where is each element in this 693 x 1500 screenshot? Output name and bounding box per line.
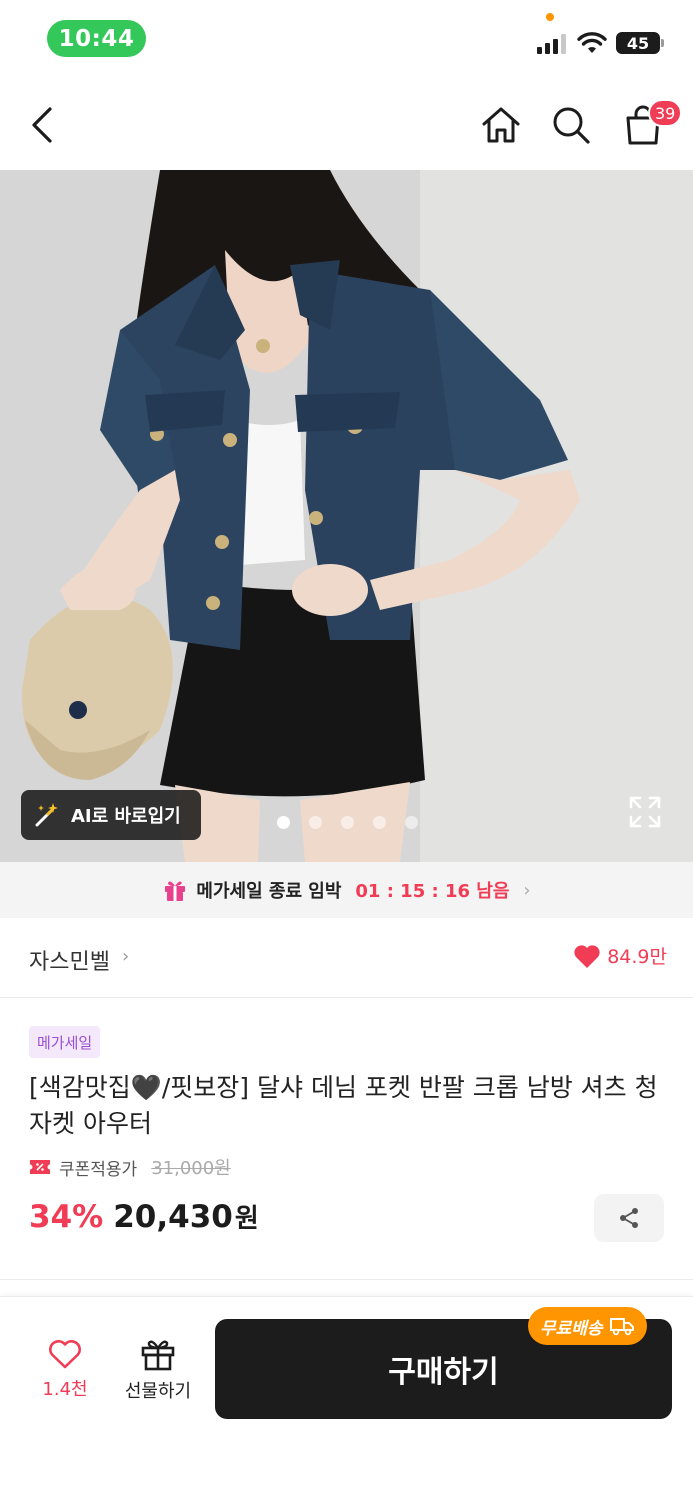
- bottom-action-bar: 1.4천 선물하기 구매하기 무료배송: [0, 1296, 693, 1500]
- share-button[interactable]: [594, 1194, 664, 1242]
- gift-box-icon: [141, 1340, 175, 1371]
- coupon-price-row: 쿠폰적용가 31,000원: [29, 1154, 231, 1180]
- mega-sale-banner[interactable]: 메가세일 종료 임박 01 : 15 : 16 남음 ›: [0, 862, 693, 918]
- heart-outline-icon: [49, 1340, 81, 1369]
- product-info-section: 메가세일 [색감맛집🖤/핏보장] 달샤 데님 포켓 반팔 크롭 남방 셔츠 청자…: [0, 998, 693, 1280]
- coupon-label: 쿠폰적용가: [59, 1159, 138, 1180]
- store-name-link[interactable]: 자스민벨: [29, 944, 110, 976]
- ai-try-on-label: AI로 바로입기: [71, 806, 181, 827]
- status-time: 10:44: [47, 20, 146, 57]
- magic-wand-icon: [35, 803, 58, 827]
- home-button[interactable]: [478, 102, 524, 148]
- back-button[interactable]: [22, 100, 62, 150]
- mega-sale-badge: 메가세일: [29, 1026, 101, 1058]
- heart-filled-icon: [574, 944, 600, 968]
- carousel-dot[interactable]: [405, 816, 418, 829]
- expand-fullscreen-icon[interactable]: [628, 795, 662, 829]
- gift-label: 선물하기: [124, 1381, 192, 1402]
- store-likes[interactable]: 84.9만: [573, 942, 667, 969]
- search-icon: [553, 107, 590, 144]
- cart-count-badge: 39: [648, 99, 683, 127]
- top-nav-bar: [0, 78, 693, 170]
- battery-indicator: 45: [616, 32, 664, 54]
- search-button[interactable]: [548, 102, 594, 148]
- carousel-indicator: [277, 816, 418, 829]
- status-bar: 10:44 45: [0, 0, 693, 78]
- carousel-dot[interactable]: [341, 816, 354, 829]
- back-arrow-icon: [32, 107, 52, 143]
- delivery-truck-icon: [609, 1318, 634, 1336]
- discount-rate: 34%: [29, 1199, 104, 1235]
- chevron-right-icon: ›: [122, 946, 130, 967]
- product-title: [색감맛집🖤/핏보장] 달샤 데님 포켓 반팔 크롭 남방 셔츠 청자켓 아우터: [29, 1073, 658, 1138]
- carousel-dot[interactable]: [309, 816, 322, 829]
- ai-try-on-button[interactable]: AI로 바로입기: [21, 790, 201, 840]
- original-price: 31,000원: [151, 1158, 231, 1179]
- store-row: 자스민벨 › 84.9만: [0, 918, 693, 998]
- wifi-icon: [577, 32, 607, 53]
- store-likes-count: 84.9만: [607, 946, 667, 968]
- privacy-indicator-dot: [546, 13, 554, 21]
- product-photo: [0, 170, 693, 862]
- chevron-right-icon: ›: [523, 879, 531, 901]
- sale-label: 메가세일 종료 임박: [196, 881, 342, 902]
- home-icon: [482, 107, 520, 143]
- product-image-carousel[interactable]: AI로 바로입기: [0, 170, 693, 862]
- free-shipping-label: 무료배송: [540, 1318, 603, 1339]
- gift-icon: [165, 881, 186, 901]
- price-row: 34% 20,430 원: [29, 1198, 259, 1235]
- share-icon: [620, 1208, 638, 1228]
- cellular-signal-icon: [537, 34, 566, 54]
- carousel-dot[interactable]: [373, 816, 386, 829]
- price-currency: 원: [234, 1204, 259, 1234]
- free-shipping-badge: 무료배송: [528, 1307, 647, 1345]
- gift-button[interactable]: 선물하기: [118, 1337, 198, 1409]
- wishlist-button[interactable]: 1.4천: [30, 1339, 100, 1409]
- wishlist-count: 1.4천: [42, 1379, 88, 1400]
- coupon-icon: [30, 1160, 50, 1174]
- sale-price: 20,430: [113, 1199, 233, 1235]
- sale-countdown: 01 : 15 : 16 남음: [355, 881, 510, 902]
- carousel-dot-active[interactable]: [277, 816, 290, 829]
